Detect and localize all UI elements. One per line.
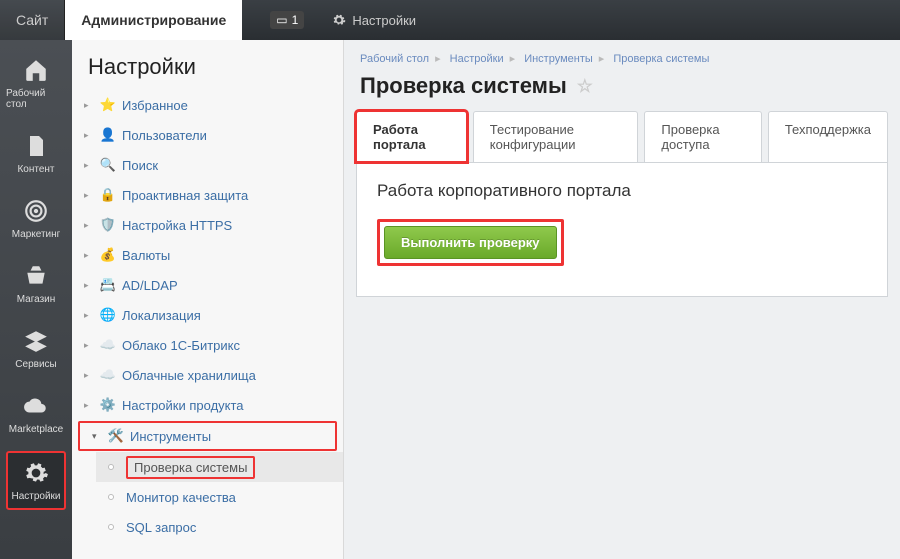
tree-item-adldap[interactable]: ▸📇AD/LDAP [72, 270, 343, 300]
layers-icon [22, 327, 50, 355]
bullet-icon [108, 494, 114, 500]
notification-count: 1 [292, 13, 299, 27]
crumb-system-check[interactable]: Проверка системы [613, 53, 709, 65]
shield-icon: 🛡️ [100, 217, 116, 233]
rail-label: Маркетинг [12, 229, 61, 240]
bullet-icon [108, 464, 114, 470]
tree-item-product-settings[interactable]: ▸⚙️Настройки продукта [72, 390, 343, 420]
top-settings-label: Настройки [352, 13, 416, 28]
rail-label: Контент [17, 164, 54, 175]
target-icon [22, 197, 50, 225]
crumb-desktop[interactable]: Рабочий стол [360, 53, 429, 65]
rail-label: Магазин [17, 294, 56, 305]
rail-marketplace[interactable]: Marketplace [6, 386, 66, 441]
tree-item-users[interactable]: ▸👤Пользователи [72, 120, 343, 150]
top-settings-link[interactable]: Настройки [332, 0, 416, 40]
cloud-icon: ☁️ [100, 367, 116, 383]
money-icon: 💰 [100, 247, 116, 263]
tab-portal-work[interactable]: Работа портала [356, 111, 467, 162]
left-rail: Рабочий стол Контент Маркетинг Магазин С… [0, 40, 72, 559]
bullet-icon [108, 524, 114, 530]
tab-support[interactable]: Техподдержка [768, 111, 888, 162]
rail-label: Marketplace [9, 424, 63, 435]
rail-services[interactable]: Сервисы [6, 321, 66, 376]
tab-admin[interactable]: Администрирование [65, 0, 242, 40]
main-area: Рабочий стол▸ Настройки▸ Инструменты▸ Пр… [344, 40, 900, 559]
crumb-settings[interactable]: Настройки [450, 53, 504, 65]
rail-label: Рабочий стол [6, 88, 66, 110]
rail-desktop[interactable]: Рабочий стол [6, 50, 66, 116]
tree-title: Настройки [72, 40, 343, 90]
rail-label: Настройки [11, 491, 60, 502]
rail-settings[interactable]: Настройки [6, 451, 66, 510]
cloud1c-icon: ☁️ [100, 337, 116, 353]
rail-marketing[interactable]: Маркетинг [6, 191, 66, 246]
page-title: Проверка системы ☆ [344, 71, 900, 111]
tools-icon: 🛠️ [108, 428, 124, 444]
rail-label: Сервисы [15, 359, 56, 370]
tab-site[interactable]: Сайт [0, 0, 65, 40]
content-panel: Работа корпоративного портала Выполнить … [356, 162, 888, 297]
basket-icon [22, 262, 50, 290]
run-check-button[interactable]: Выполнить проверку [384, 226, 557, 259]
star-icon: ⭐ [100, 97, 116, 113]
gear-icon: ⚙️ [100, 397, 116, 413]
tree-item-cloud-storage[interactable]: ▸☁️Облачные хранилища [72, 360, 343, 390]
tree-item-cloud1c[interactable]: ▸☁️Облако 1С-Битрикс [72, 330, 343, 360]
crumb-tools[interactable]: Инструменты [524, 53, 593, 65]
topbar: Сайт Администрирование ▭1 Настройки [0, 0, 900, 40]
content-tabs: Работа портала Тестирование конфигурации… [344, 111, 900, 162]
tree-item-system-check[interactable]: Проверка системы [96, 452, 343, 482]
user-icon: 👤 [100, 127, 116, 143]
tab-config-test[interactable]: Тестирование конфигурации [473, 111, 639, 162]
rail-content[interactable]: Контент [6, 126, 66, 181]
tree-item-https[interactable]: ▸🛡️Настройка HTTPS [72, 210, 343, 240]
chat-icon: ▭ [276, 13, 287, 27]
settings-tree: Настройки ▸⭐Избранное ▸👤Пользователи ▸🔍П… [72, 40, 344, 559]
tree-item-localization[interactable]: ▸🌐Локализация [72, 300, 343, 330]
cloud-download-icon [22, 392, 50, 420]
notification-button[interactable]: ▭1 [262, 0, 312, 40]
run-check-highlight: Выполнить проверку [377, 219, 564, 266]
tree-item-currency[interactable]: ▸💰Валюты [72, 240, 343, 270]
tree-item-favorites[interactable]: ▸⭐Избранное [72, 90, 343, 120]
document-icon [22, 132, 50, 160]
panel-heading: Работа корпоративного портала [377, 181, 867, 201]
tree-item-proactive[interactable]: ▸🔒Проактивная защита [72, 180, 343, 210]
tree-item-tools[interactable]: ▾🛠️Инструменты [78, 421, 337, 451]
tree-item-search[interactable]: ▸🔍Поиск [72, 150, 343, 180]
tree-item-sql-query[interactable]: SQL запрос [96, 512, 343, 542]
search-icon: 🔍 [100, 157, 116, 173]
tab-access-check[interactable]: Проверка доступа [644, 111, 761, 162]
gear-icon [332, 13, 346, 27]
tree-item-quality-monitor[interactable]: Монитор качества [96, 482, 343, 512]
breadcrumb: Рабочий стол▸ Настройки▸ Инструменты▸ Пр… [344, 40, 900, 71]
rail-store[interactable]: Магазин [6, 256, 66, 311]
favorite-star-icon[interactable]: ☆ [577, 76, 593, 97]
globe-icon: 🌐 [100, 307, 116, 323]
gear-icon [22, 459, 50, 487]
lock-icon: 🔒 [100, 187, 116, 203]
home-icon [22, 56, 50, 84]
adldap-icon: 📇 [100, 277, 116, 293]
